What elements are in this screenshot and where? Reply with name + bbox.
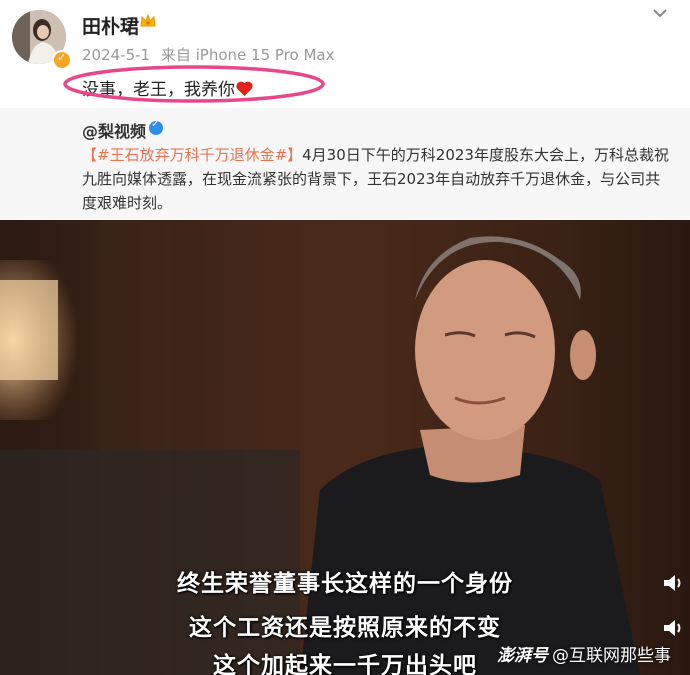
speaker-icon (664, 620, 681, 636)
post-date: 2024-5-1 (82, 46, 151, 64)
repost-author[interactable]: @梨视频 (82, 118, 146, 142)
verified-icon (149, 119, 163, 135)
post-source: 来自 iPhone 15 Pro Max (160, 46, 335, 64)
video-frame[interactable]: 终生荣誉董事长这样的一个身份 这个工资还是按照原来的不变 这个加起来一千万出头吧… (0, 220, 690, 675)
post-text: 没事，老王，我养你 (82, 75, 254, 100)
chevron-down-icon[interactable] (652, 6, 668, 20)
subtitle-line-2: 这个工资还是按照原来的不变 (189, 615, 501, 641)
post-text-content: 没事，老王，我养你 (82, 80, 235, 100)
watermark-account: @互联网那些事 (552, 646, 671, 666)
crown-icon (140, 13, 156, 27)
repost-body: 【#王石放弃万科千万退休金#】4月30日下午的万科2023年度股东大会上，万科总… (82, 143, 672, 215)
post-meta: 2024-5-1 来自 iPhone 15 Pro Max (82, 44, 340, 65)
video-scene (0, 220, 640, 675)
vip-badge-icon (52, 50, 72, 70)
heart-icon (236, 81, 253, 97)
hashtag-link[interactable]: 【#王石放弃万科千万退休金#】 (82, 146, 302, 164)
speaker-icon (664, 575, 681, 591)
username[interactable]: 田朴珺 (82, 12, 139, 39)
watermark-brand: 澎湃号 (497, 646, 548, 666)
subtitle-line-1: 终生荣誉董事长这样的一个身份 (177, 571, 513, 597)
watermark: 澎湃号 @互联网那些事 (497, 641, 671, 666)
